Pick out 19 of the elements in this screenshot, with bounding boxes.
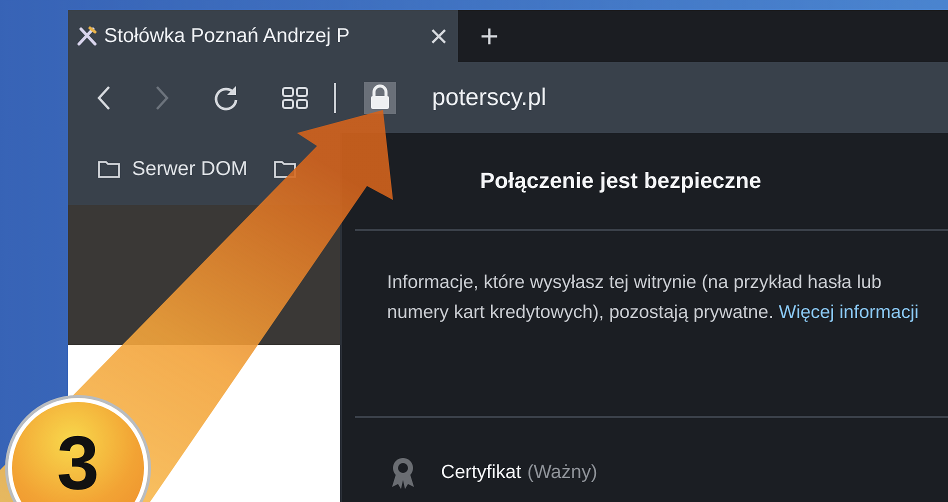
certificate-icon xyxy=(391,456,415,490)
cutlery-icon xyxy=(76,25,98,47)
bookmark-item[interactable]: Serwer DOM xyxy=(132,158,248,180)
back-icon[interactable] xyxy=(96,84,112,110)
panel-title: Połączenie jest bezpieczne xyxy=(479,167,762,195)
lock-icon[interactable] xyxy=(364,82,396,114)
grid-icon[interactable] xyxy=(282,86,308,108)
certificate-item[interactable]: Certyfikat xyxy=(441,462,522,484)
new-tab-button[interactable]: + xyxy=(480,20,499,52)
address-field[interactable]: poterscy.pl xyxy=(432,84,546,112)
close-icon[interactable]: × xyxy=(429,20,448,52)
certificate-status: (Ważny) xyxy=(527,462,598,484)
reload-icon[interactable] xyxy=(212,84,240,112)
more-info-link[interactable]: Więcej informacji xyxy=(778,301,919,322)
step-badge: 3 xyxy=(8,398,148,502)
folder-icon xyxy=(98,160,120,178)
browser-tab[interactable]: Stołówka Poznań Andrzej P × xyxy=(68,10,458,62)
tab-title: Stołówka Poznań Andrzej P xyxy=(104,24,351,48)
security-info-text: Informacje, które wysyłasz tej witrynie (na przykład hasła lub numery kart kredytowych), pozostają prywatne. Więcej informacji xyxy=(386,270,920,324)
